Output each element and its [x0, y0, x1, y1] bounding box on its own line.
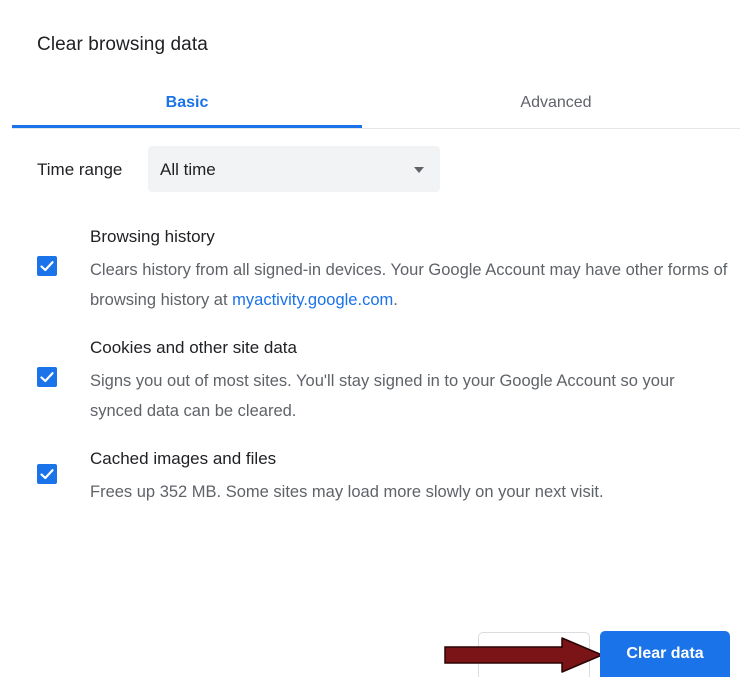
option-description-text: Clears history from all signed-in device… — [90, 261, 728, 309]
cached-images-checkbox[interactable] — [37, 464, 57, 484]
browsing-history-text: Browsing history Clears history from all… — [90, 226, 730, 315]
cached-images-text: Cached images and files Frees up 352 MB.… — [90, 448, 730, 507]
option-title: Cookies and other site data — [90, 338, 297, 357]
annotation-arrow-icon — [444, 637, 603, 673]
dropdown-arrow-icon — [414, 167, 424, 173]
option-browsing-history: Browsing history Clears history from all… — [37, 226, 727, 316]
tab-bar: Basic Advanced — [12, 80, 740, 129]
option-title: Browsing history — [90, 227, 215, 246]
option-cached-images: Cached images and files Frees up 352 MB.… — [37, 448, 717, 508]
time-range-select[interactable]: All time — [148, 146, 440, 192]
checkmark-icon — [40, 469, 54, 480]
clear-browsing-data-dialog: Clear browsing data Basic Advanced Time … — [0, 0, 740, 677]
tab-basic[interactable]: Basic — [12, 80, 362, 126]
active-tab-indicator — [12, 125, 362, 128]
option-description: Clears history from all signed-in device… — [90, 255, 730, 315]
clear-data-button[interactable]: Clear data — [600, 631, 730, 677]
browsing-history-checkbox[interactable] — [37, 256, 57, 276]
myactivity-link[interactable]: myactivity.google.com — [232, 291, 393, 309]
option-title: Cached images and files — [90, 449, 277, 468]
time-range-value: All time — [160, 160, 216, 179]
time-range-label: Time range — [37, 160, 123, 179]
tab-advanced[interactable]: Advanced — [386, 80, 726, 126]
option-description: Signs you out of most sites. You'll stay… — [90, 372, 675, 420]
checkmark-icon — [40, 372, 54, 383]
cookies-text: Cookies and other site data Signs you ou… — [90, 337, 730, 426]
option-cookies: Cookies and other site data Signs you ou… — [37, 337, 717, 427]
dialog-title: Clear browsing data — [37, 34, 208, 55]
option-description-end: . — [393, 291, 398, 309]
checkmark-icon — [40, 261, 54, 272]
cookies-checkbox[interactable] — [37, 367, 57, 387]
option-description: Frees up 352 MB. Some sites may load mor… — [90, 483, 604, 501]
